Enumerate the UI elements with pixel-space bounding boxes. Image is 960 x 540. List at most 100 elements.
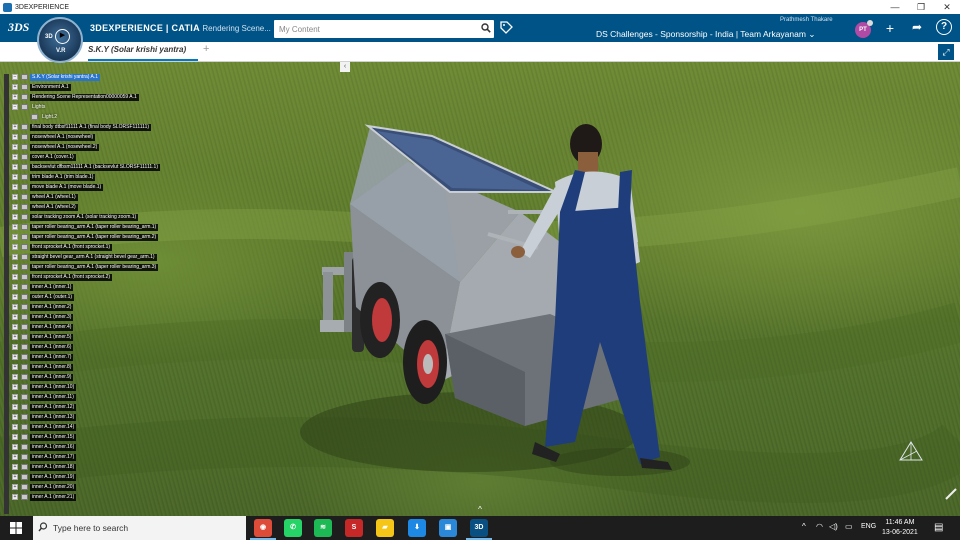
tree-node[interactable]: + front sprocket A.1 (front sprocket.1) (12, 242, 160, 252)
action-bar-expand-button[interactable]: ^ (473, 505, 487, 515)
tree-node-label[interactable]: cover A.1 (cover.1) (30, 153, 76, 161)
app-red-icon[interactable]: S (345, 519, 363, 537)
tree-node-toggle[interactable]: + (12, 324, 18, 330)
tree-node[interactable]: + inner A.1 (inner.16) (12, 442, 160, 452)
tree-node-label[interactable]: inner A.1 (inner.11) (30, 393, 76, 401)
tree-node-toggle[interactable]: + (12, 294, 18, 300)
tree-node[interactable]: + nosewheel A.1 (nosewheel.2) (12, 142, 160, 152)
tree-node-toggle[interactable]: + (12, 484, 18, 490)
tree-node-label[interactable]: nosewheel A.1 (nosewheel) (30, 133, 96, 141)
tree-node-label[interactable]: taper roller bearing_arm A.1 (taper roll… (30, 233, 159, 241)
tree-node-label[interactable]: final body dtbsf11111 A.1 (final body SL… (30, 123, 152, 131)
tree-node[interactable]: + Rendering Scene Representation00000059 … (12, 92, 160, 102)
tree-node-label[interactable]: inner A.1 (inner.21) (30, 493, 77, 501)
tree-node[interactable]: + wheel A.1 (wheel.1) (12, 192, 160, 202)
tree-node-toggle[interactable]: + (12, 314, 18, 320)
tree-node[interactable]: + taper roller bearing_arm A.1 (taper rol… (12, 262, 160, 272)
tree-node-label[interactable]: inner A.1 (inner.19) (30, 473, 77, 481)
tree-node[interactable]: + Environment A.1 (12, 82, 160, 92)
tree-node-label[interactable]: inner A.1 (inner.13) (30, 413, 77, 421)
tree-node[interactable]: + inner A.1 (inner.12) (12, 402, 160, 412)
tree-node-label[interactable]: outer A.1 (outer.1) (30, 293, 75, 301)
tree-node-label[interactable]: Rendering Scene Representation00000059 A… (30, 93, 139, 101)
tree-node[interactable]: Light.2 (12, 112, 160, 122)
tree-node-toggle[interactable]: + (12, 304, 18, 310)
tree-node-label[interactable]: inner A.1 (inner.1) (30, 283, 74, 291)
tree-node-toggle[interactable]: + (12, 174, 18, 180)
search-input[interactable] (274, 21, 478, 37)
tree-node-label[interactable]: inner A.1 (inner.6) (30, 343, 74, 351)
tree-node[interactable]: + nosewheel A.1 (nosewheel) (12, 132, 160, 142)
notification-icon[interactable]: ▤ (934, 522, 943, 533)
tree-node-toggle[interactable]: + (12, 244, 18, 250)
tree-node[interactable]: + solar tracking zoom A.1 (solar tracking… (12, 212, 160, 222)
tree-node-label[interactable]: inner A.1 (inner.10) (30, 383, 77, 391)
tree-node[interactable]: + inner A.1 (inner.8) (12, 362, 160, 372)
tree-node-toggle[interactable]: + (12, 474, 18, 480)
tree-node[interactable]: + inner A.1 (inner.13) (12, 412, 160, 422)
tree-node-toggle[interactable]: + (12, 434, 18, 440)
tree-node-label[interactable]: Light.2 (40, 114, 59, 121)
tree-node-label[interactable]: nosewheel A.1 (nosewheel.2) (30, 143, 100, 151)
minimize-button[interactable]: — (882, 2, 908, 12)
tree-node-label[interactable]: inner A.1 (inner.5) (30, 333, 74, 341)
tree-node[interactable]: + inner A.1 (inner.20) (12, 482, 160, 492)
language-indicator[interactable]: ENG (861, 523, 876, 530)
tree-node[interactable]: + inner A.1 (inner.10) (12, 382, 160, 392)
taskbar-search[interactable]: Type here to search (33, 516, 246, 540)
tree-node-label[interactable]: taper roller bearing_arm A.1 (taper roll… (30, 223, 159, 231)
tree-node-label[interactable]: inner A.1 (inner.3) (30, 313, 74, 321)
tree-node[interactable]: + inner A.1 (inner.1) (12, 282, 160, 292)
tree-node-toggle[interactable]: + (12, 364, 18, 370)
tag-icon[interactable] (500, 21, 513, 37)
dassault-logo[interactable]: 3DS (8, 20, 29, 35)
tree-node-label[interactable]: move blade A.1 (move blade.1) (30, 183, 104, 191)
tree-node-label[interactable]: inner A.1 (inner.7) (30, 353, 74, 361)
tree-node-label[interactable]: taper roller bearing_arm A.1 (taper roll… (30, 263, 159, 271)
tab-sky[interactable]: S.K.Y (Solar krishi yantra) (88, 45, 186, 54)
tree-node-label[interactable]: inner A.1 (inner.17) (30, 453, 77, 461)
tree-node[interactable]: + move blade A.1 (move blade.1) (12, 182, 160, 192)
tree-node[interactable]: + inner A.1 (inner.3) (12, 312, 160, 322)
tree-node-label[interactable]: backsevlut dfbsm11111 A.1 (backsevlut SL… (30, 163, 160, 171)
tree-node[interactable]: + inner A.1 (inner.6) (12, 342, 160, 352)
tree-node[interactable]: + inner A.1 (inner.5) (12, 332, 160, 342)
tree-node-toggle[interactable]: + (12, 194, 18, 200)
tree-node-label[interactable]: wheel A.1 (wheel.1) (30, 193, 78, 201)
tree-node-toggle[interactable]: + (12, 124, 18, 130)
tree-node-label[interactable]: front sprocket A.1 (front sprocket.1) (30, 243, 113, 251)
tree-node-label[interactable]: Lights (30, 104, 47, 111)
tree-node-toggle[interactable]: + (12, 444, 18, 450)
tree-node[interactable]: + trim blade A.1 (trim blade.1) (12, 172, 160, 182)
help-icon[interactable]: ? (936, 19, 952, 35)
3dexperience-app-icon[interactable]: 3D (470, 519, 488, 537)
tree-node-toggle[interactable]: + (12, 404, 18, 410)
tree-node-label[interactable]: inner A.1 (inner.14) (30, 423, 77, 431)
tree-node-toggle[interactable]: + (12, 494, 18, 500)
maximize-button[interactable]: ❐ (908, 2, 934, 13)
tree-node[interactable]: + straight bevel gear_arm A.1 (straight b… (12, 252, 160, 262)
close-button[interactable]: ✕ (934, 2, 960, 13)
tree-node-label[interactable]: inner A.1 (inner.9) (30, 373, 74, 381)
tree-node-toggle[interactable]: − (12, 104, 18, 110)
compass-widget[interactable]: 3D ▶ V.R (37, 17, 83, 63)
whatsapp-app-icon[interactable]: ✆ (284, 519, 302, 537)
tree-node-toggle[interactable]: + (12, 274, 18, 280)
app-blue-icon[interactable]: ⬇ (408, 519, 426, 537)
tree-node[interactable]: + inner A.1 (inner.9) (12, 372, 160, 382)
tree-node-toggle[interactable]: + (12, 204, 18, 210)
tree-node-label[interactable]: S.K.Y (Solar krishi yantra) A.1 (30, 73, 101, 81)
taskbar-clock[interactable]: 11:46 AM 13-06-2021 (882, 518, 918, 538)
tree-node[interactable]: + inner A.1 (inner.17) (12, 452, 160, 462)
tree-node-toggle[interactable]: − (12, 74, 18, 80)
tree-node-toggle[interactable]: + (12, 334, 18, 340)
tree-node-label[interactable]: Environment A.1 (30, 83, 71, 91)
tree-node[interactable]: + inner A.1 (inner.18) (12, 462, 160, 472)
tree-node-label[interactable]: inner A.1 (inner.4) (30, 323, 74, 331)
tree-node-label[interactable]: inner A.1 (inner.2) (30, 303, 74, 311)
tree-node-toggle[interactable]: + (12, 394, 18, 400)
tree-node-label[interactable]: inner A.1 (inner.16) (30, 443, 77, 451)
photos-app-icon[interactable]: ▣ (439, 519, 457, 537)
tree-node-toggle[interactable]: + (12, 354, 18, 360)
tree-node[interactable]: + inner A.1 (inner.4) (12, 322, 160, 332)
